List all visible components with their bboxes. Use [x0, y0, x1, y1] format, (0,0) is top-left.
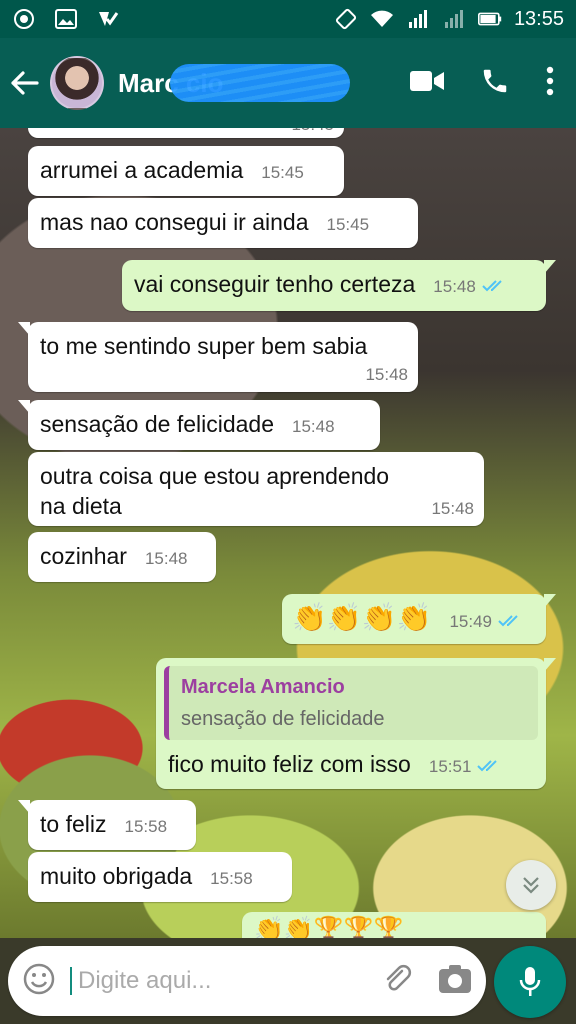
microphone-icon [519, 967, 541, 996]
double-chevron-down-icon [523, 877, 539, 894]
scroll-to-bottom-button[interactable] [506, 860, 556, 910]
attach-button[interactable] [380, 962, 414, 1001]
compose-pill [8, 946, 486, 1016]
double-check-read-icon [482, 271, 508, 301]
message-bubble-outgoing[interactable]: 👏👏👏👏 15:49 [282, 594, 556, 644]
more-options-button[interactable] [546, 66, 554, 101]
quoted-message[interactable]: Marcela Amancio sensação de felicidade [164, 666, 538, 740]
rotate-icon [334, 8, 358, 30]
message-bubble[interactable]: arrumei a academia 15:45 [28, 146, 344, 196]
voice-call-button[interactable] [480, 66, 510, 101]
message-bubble[interactable]: cozinhar 15:48 [28, 532, 216, 582]
camera-button[interactable] [438, 963, 472, 1000]
gallery-icon [54, 8, 78, 30]
camera-icon [439, 964, 471, 993]
message-bubble[interactable]: muito obrigada 15:58 [28, 852, 292, 902]
voice-record-button[interactable] [494, 946, 566, 1018]
compose-bar [0, 938, 576, 1024]
battery-icon [477, 8, 502, 30]
chat-header: Marc cio [0, 38, 576, 128]
signal-sim2-icon [442, 8, 466, 30]
message-bubble[interactable]: sensação de felicidade 15:48 [18, 400, 380, 450]
message-bubble-outgoing[interactable]: vai conseguir tenho certeza 15:48 [122, 260, 556, 311]
back-button[interactable] [0, 38, 50, 128]
chat-area[interactable]: 15:45 arrumei a academia15:45 mas nao co… [0, 128, 576, 938]
message-bubble[interactable]: to me sentindo super bem sabia 15:48 [18, 322, 418, 392]
status-time: 13:55 [513, 7, 564, 30]
message-bubble[interactable]: 15:45 [28, 128, 344, 138]
phone-icon [483, 69, 507, 92]
message-bubble-outgoing[interactable]: 👏👏🏆🏆🏆 [242, 912, 546, 938]
message-input[interactable] [70, 967, 340, 995]
message-bubble[interactable]: mas nao consegui ir ainda 15:45 [28, 198, 418, 248]
emoji-icon [23, 963, 55, 994]
redaction-scribble [170, 63, 350, 102]
kebab-menu-icon [546, 66, 554, 95]
status-bar: 13:55 [0, 0, 576, 38]
video-call-button[interactable] [410, 70, 444, 97]
message-bubble[interactable]: outra coisa que estou aprendendo na diet… [28, 452, 484, 526]
contact-name[interactable]: Marc cio [118, 63, 350, 102]
video-camera-icon [410, 70, 444, 91]
task-check-icon [96, 8, 120, 30]
arrow-left-icon [11, 71, 39, 95]
message-bubble[interactable]: to feliz 15:58 [18, 800, 196, 850]
chrome-icon [12, 8, 36, 30]
double-check-read-icon [498, 601, 524, 637]
double-check-read-icon [477, 751, 503, 781]
paperclip-icon [386, 964, 412, 990]
signal-sim1-icon [406, 8, 430, 30]
wifi-icon [370, 8, 394, 30]
avatar[interactable] [50, 56, 104, 110]
emoji-button[interactable] [22, 962, 56, 1001]
message-bubble-outgoing-reply[interactable]: Marcela Amancio sensação de felicidade f… [156, 658, 556, 789]
